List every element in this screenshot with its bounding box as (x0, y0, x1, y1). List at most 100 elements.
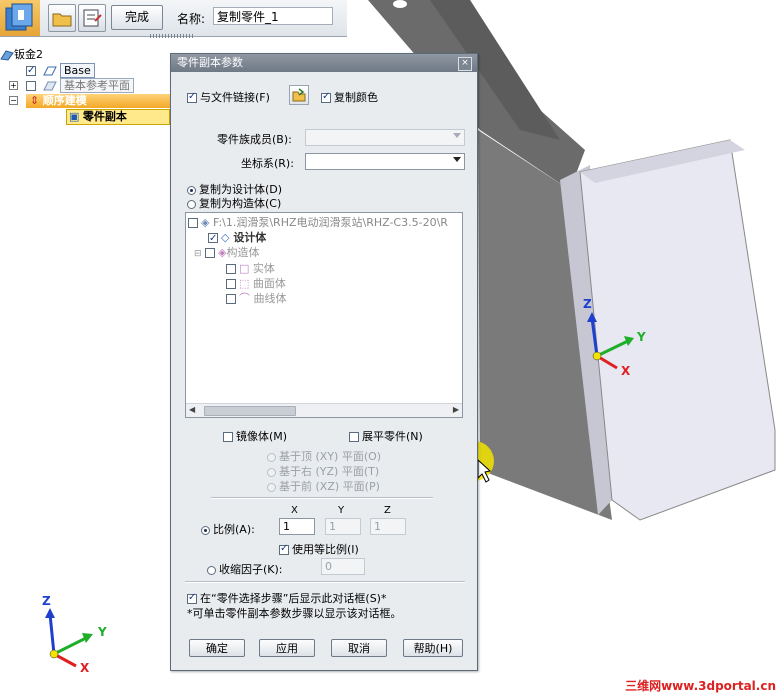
design-body-label: 设计体 (233, 231, 267, 244)
tree-item-ref-planes[interactable]: 基本参考平面 (26, 78, 134, 93)
plane-right-radio[interactable] (267, 467, 276, 477)
tree-root[interactable]: ◈ F:\1.润滑泵\RHZ电动润滑泵站\RHZ-C3.5-20\R (188, 215, 448, 230)
solid-label: 实体 (252, 262, 275, 275)
copy-color-checkbox[interactable] (321, 91, 331, 103)
divider (185, 581, 465, 583)
uniform-scale-checkbox[interactable] (279, 543, 289, 555)
show-dialog-label: 在“零件选择步骤”后显示此对话框(S)* (200, 592, 387, 605)
scroll-left-icon[interactable]: ◀ (189, 405, 195, 414)
tree-curve[interactable]: ⌒ 曲线体 (226, 291, 287, 306)
plane-top-radio[interactable] (267, 452, 276, 462)
plane-front-label: 基于前 (XZ) 平面(P) (279, 480, 380, 493)
surface-label: 曲面体 (252, 277, 286, 290)
command-bar: 完成 名称: 复制零件_1 (0, 0, 347, 37)
base-visibility-checkbox[interactable] (26, 64, 36, 78)
tree-item-part-copy[interactable]: ▣ 零件副本 (66, 109, 170, 125)
open-folder-button[interactable] (48, 4, 76, 32)
name-input[interactable]: 复制零件_1 (213, 7, 333, 25)
triad-origin (592, 351, 602, 361)
tree-design-body[interactable]: ◇ 设计体 (208, 230, 267, 246)
shrink-input[interactable]: 0 (321, 558, 365, 575)
watermark: 三维网www.3dportal.cn (625, 679, 776, 693)
reference-plane-icon (42, 65, 57, 77)
link-to-file-checkbox[interactable] (187, 91, 197, 103)
ok-button[interactable]: 确定 (189, 639, 245, 657)
cancel-button[interactable]: 取消 (331, 639, 387, 657)
mirror-option[interactable]: 镜像体(M) (223, 428, 287, 444)
ordered-icon: ⇕ (30, 94, 40, 107)
mirror-label: 镜像体(M) (236, 430, 288, 443)
copy-as-construction-option[interactable]: 复制为构造体(C) (187, 195, 281, 211)
flatten-option[interactable]: 展平零件(N) (349, 428, 423, 444)
finish-button[interactable]: 完成 (111, 5, 163, 30)
shrink-label: 收缩因子(K): (219, 563, 283, 576)
browse-file-icon[interactable] (289, 85, 309, 105)
curve-checkbox[interactable] (226, 294, 236, 304)
chevron-down-icon (453, 157, 461, 162)
flatten-checkbox[interactable] (349, 432, 359, 442)
solid-checkbox[interactable] (226, 264, 236, 274)
part-copy-icon[interactable] (0, 0, 40, 36)
tree-label-base: Base (60, 63, 95, 78)
copy-as-construction-label: 复制为构造体(C) (199, 197, 282, 210)
plane-right-option[interactable]: 基于右 (YZ) 平面(T) (267, 463, 379, 479)
tree-solid[interactable]: □ 实体 (226, 261, 275, 276)
horizontal-scrollbar[interactable]: ◀ ▶ (186, 403, 462, 417)
plane-top-label: 基于顶 (XY) 平面(O) (279, 450, 382, 463)
coord-system-label: 坐标系(R): (241, 157, 294, 170)
command-bar-grip[interactable] (150, 34, 194, 38)
collapse-construction-icon[interactable]: ⊟ (194, 249, 202, 259)
help-button[interactable]: 帮助(H) (403, 639, 463, 657)
tree-label-ordered: 顺序建模 (42, 94, 87, 107)
link-to-file-option[interactable]: 与文件链接(F) (187, 89, 270, 105)
scale-x-input[interactable]: 1 (279, 518, 315, 535)
tree-construction[interactable]: ⊟ ◈构造体 (194, 245, 260, 260)
scroll-thumb[interactable] (204, 406, 296, 416)
tree-surface[interactable]: ⬚ 曲面体 (226, 276, 286, 291)
surface-checkbox[interactable] (226, 279, 236, 289)
coord-system-select[interactable] (305, 153, 465, 170)
scale-option[interactable]: 比例(A): (201, 521, 255, 537)
expand-ref-planes[interactable]: + (9, 81, 18, 90)
root-checkbox[interactable] (188, 218, 198, 228)
shrink-radio[interactable] (207, 565, 216, 575)
scroll-right-icon[interactable]: ▶ (453, 405, 459, 414)
show-dialog-checkbox[interactable] (187, 592, 197, 604)
scale-radio[interactable] (201, 525, 210, 535)
apply-button[interactable]: 应用 (259, 639, 315, 657)
close-icon[interactable]: × (458, 57, 472, 71)
dialog-note: *可单击零件副本参数步骤以显示该对话框。 (187, 607, 402, 620)
design-body-checkbox[interactable] (208, 231, 218, 246)
corner-y-axis (53, 635, 89, 656)
tree-item-ordered-modeling[interactable]: ⇕ 顺序建模 (26, 94, 170, 108)
shrink-option[interactable]: 收缩因子(K): (207, 561, 283, 577)
tree-item-base[interactable]: Base (26, 63, 95, 78)
mirror-checkbox[interactable] (223, 432, 233, 442)
family-member-select[interactable] (305, 129, 465, 146)
part-file-icon: ◈ (201, 216, 210, 229)
construction-checkbox[interactable] (205, 248, 216, 258)
tree-label-part-copy: 零件副本 (82, 110, 127, 123)
body-tree-panel[interactable]: ◈ F:\1.润滑泵\RHZ电动润滑泵站\RHZ-C3.5-20\R ◇ 设计体… (185, 212, 463, 418)
corner-origin (49, 649, 59, 659)
show-dialog-option[interactable]: 在“零件选择步骤”后显示此对话框(S)* (187, 590, 386, 606)
collapse-ordered[interactable]: − (9, 96, 18, 105)
planes-icon (42, 80, 57, 92)
plane-front-radio[interactable] (267, 482, 276, 492)
copy-color-label: 复制颜色 (334, 91, 378, 104)
copy-as-design-radio[interactable] (187, 185, 196, 195)
triad-x-label: X (621, 364, 631, 378)
uniform-scale-option[interactable]: 使用等比例(I) (279, 541, 359, 557)
copy-as-construction-radio[interactable] (187, 199, 196, 209)
ref-planes-checkbox[interactable] (26, 81, 36, 91)
tree-label-sheetmetal: 钣金2 (14, 48, 43, 61)
copy-color-option[interactable]: 复制颜色 (321, 89, 378, 105)
name-label: 名称: (177, 12, 206, 26)
scale-y-input[interactable]: 1 (325, 518, 361, 535)
divider (211, 497, 433, 499)
parameters-button[interactable] (78, 4, 106, 32)
plane-front-option[interactable]: 基于前 (XZ) 平面(P) (267, 478, 380, 494)
plane-top-option[interactable]: 基于顶 (XY) 平面(O) (267, 448, 381, 464)
scale-z-input[interactable]: 1 (370, 518, 406, 535)
tree-item-sheetmetal[interactable]: 钣金2 (0, 48, 43, 62)
